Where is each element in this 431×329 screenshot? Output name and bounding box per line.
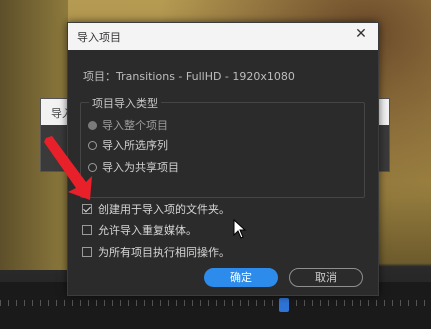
import-type-legend: 项目导入类型 [89,95,161,111]
checkbox-label: 允许导入重复媒体。 [98,224,197,237]
checkbox-apply-to-all[interactable]: 为所有项目执行相同操作。 [82,244,230,260]
cancel-button[interactable]: 取消 [289,268,363,287]
checkbox-label: 创建用于导入项的文件夹。 [98,203,230,216]
mouse-cursor-icon [233,219,247,239]
checkbox[interactable] [82,225,92,235]
ok-button[interactable]: 确定 [204,268,278,287]
annotation-arrow-icon [44,136,92,200]
radio-import-shared-project[interactable]: 导入为共享项目 [88,159,179,175]
dialog-titlebar: 导入项目 ✕ [68,23,378,50]
project-name: 项目：Transitions - FullHD - 1920x1080 [83,70,295,83]
import-project-dialog: 导入项目 ✕ 项目：Transitions - FullHD - 1920x10… [67,22,379,296]
radio-import-selected-sequences[interactable]: 导入所选序列 [88,137,168,153]
playhead-handle[interactable] [279,298,289,312]
radio-label: 导入为共享项目 [102,161,179,174]
checkbox-label: 为所有项目执行相同操作。 [98,246,230,259]
radio-import-entire-project[interactable]: 导入整个项目 [88,117,168,133]
dialog-title: 导入项目 [77,31,121,44]
radio-label: 导入整个项目 [102,119,168,132]
checkbox[interactable] [82,204,92,214]
timeline-ruler [0,300,431,306]
checkbox-create-folder[interactable]: 创建用于导入项的文件夹。 [82,201,230,217]
close-icon[interactable]: ✕ [354,27,368,41]
radio-label: 导入所选序列 [102,139,168,152]
radio-button[interactable] [88,120,97,130]
checkbox-allow-duplicate-media[interactable]: 允许导入重复媒体。 [82,222,197,238]
checkbox[interactable] [82,247,92,257]
